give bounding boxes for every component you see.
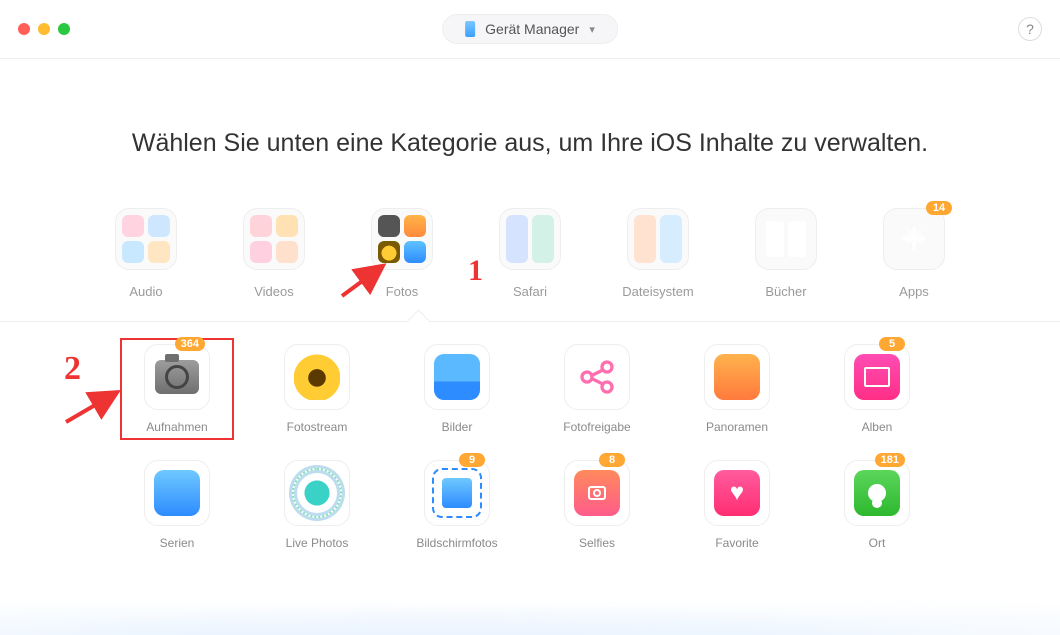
fotos-icon (371, 208, 433, 270)
sub-label: Alben (862, 420, 893, 434)
category-safari[interactable]: Safari (493, 208, 567, 299)
alben-badge: 5 (879, 337, 905, 351)
sub-fotofreigabe[interactable]: Fotofreigabe (550, 344, 644, 434)
zoom-window-button[interactable] (58, 23, 70, 35)
category-label: Apps (899, 284, 929, 299)
filesystem-icon (627, 208, 689, 270)
minimize-window-button[interactable] (38, 23, 50, 35)
sub-label: Ort (869, 536, 886, 550)
apps-icon: 14 (883, 208, 945, 270)
ort-badge: 181 (875, 453, 905, 467)
category-label: Safari (513, 284, 547, 299)
apps-badge: 14 (926, 201, 952, 215)
screenshots-badge: 9 (459, 453, 485, 467)
help-button[interactable]: ? (1018, 17, 1042, 41)
panorama-icon (704, 344, 770, 410)
location-icon: 181 (844, 460, 910, 526)
sub-favorite[interactable]: ♥ Favorite (690, 460, 784, 550)
sub-label: Bilder (442, 420, 473, 434)
sub-label: Serien (160, 536, 195, 550)
category-books[interactable]: Bücher (749, 208, 823, 299)
album-icon: 5 (844, 344, 910, 410)
sub-label: Favorite (715, 536, 758, 550)
category-fotos[interactable]: Fotos (365, 208, 439, 299)
sub-label: Live Photos (286, 536, 349, 550)
safari-icon (499, 208, 561, 270)
sub-bilder[interactable]: Bilder (410, 344, 504, 434)
category-label: Audio (129, 284, 162, 299)
sub-ort[interactable]: 181 Ort (830, 460, 924, 550)
sub-serien[interactable]: Serien (130, 460, 224, 550)
device-selector[interactable]: Gerät Manager ▾ (442, 14, 618, 44)
category-divider (0, 321, 1060, 322)
category-filesystem[interactable]: Dateisystem (621, 208, 695, 299)
fotostream-icon (284, 344, 350, 410)
videos-icon (243, 208, 305, 270)
window-controls (18, 23, 70, 35)
category-label: Fotos (386, 284, 419, 299)
sub-label: Panoramen (706, 420, 768, 434)
live-photos-icon (284, 460, 350, 526)
sub-fotostream[interactable]: Fotostream (270, 344, 364, 434)
category-apps[interactable]: 14 Apps (877, 208, 951, 299)
sub-selfies[interactable]: 8 Selfies (550, 460, 644, 550)
decorative-wave (0, 565, 1060, 635)
audio-icon (115, 208, 177, 270)
sub-label: Bildschirmfotos (416, 536, 497, 550)
page-headline: Wählen Sie unten eine Kategorie aus, um … (0, 129, 1060, 158)
sub-label: Aufnahmen (146, 420, 207, 434)
sub-label: Fotofreigabe (563, 420, 630, 434)
category-row: Audio Videos Fotos Safari Dateisystem Bü… (0, 208, 1060, 299)
favorite-icon: ♥ (704, 460, 770, 526)
category-label: Videos (254, 284, 294, 299)
books-icon (755, 208, 817, 270)
aufnahmen-badge: 364 (175, 337, 205, 351)
burst-icon (144, 460, 210, 526)
camera-roll-icon: 364 (144, 344, 210, 410)
close-window-button[interactable] (18, 23, 30, 35)
sub-label: Selfies (579, 536, 615, 550)
category-label: Dateisystem (622, 284, 694, 299)
sub-panoramen[interactable]: Panoramen (690, 344, 784, 434)
chevron-down-icon: ▾ (589, 23, 595, 36)
sub-live-photos[interactable]: Live Photos (270, 460, 364, 550)
selfies-badge: 8 (599, 453, 625, 467)
category-label: Bücher (765, 284, 806, 299)
sub-bildschirmfotos[interactable]: 9 Bildschirmfotos (410, 460, 504, 550)
sub-alben[interactable]: 5 Alben (830, 344, 924, 434)
device-selector-label: Gerät Manager (485, 21, 579, 37)
annotation-arrow-2 (62, 388, 122, 433)
screenshot-icon: 9 (424, 460, 490, 526)
annotation-2: 2 (64, 350, 81, 388)
phone-icon (465, 21, 475, 37)
titlebar: Gerät Manager ▾ ? (0, 0, 1060, 59)
selected-pointer-icon (406, 309, 430, 333)
sub-label: Fotostream (287, 420, 348, 434)
category-videos[interactable]: Videos (237, 208, 311, 299)
subcategory-grid: 364 Aufnahmen Fotostream Bilder Fotofrei… (130, 344, 930, 550)
category-audio[interactable]: Audio (109, 208, 183, 299)
sub-aufnahmen[interactable]: 364 Aufnahmen (130, 344, 224, 434)
selfies-icon: 8 (564, 460, 630, 526)
bilder-icon (424, 344, 490, 410)
share-icon (564, 344, 630, 410)
